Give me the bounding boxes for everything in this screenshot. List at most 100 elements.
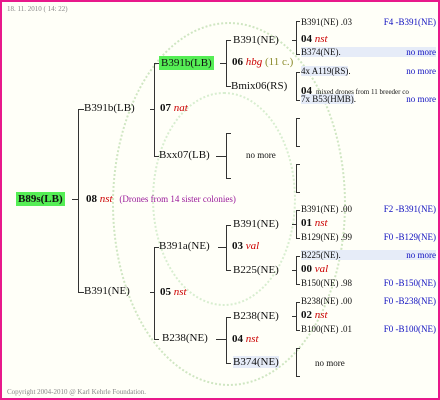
connector <box>296 21 300 22</box>
connector <box>150 292 155 293</box>
gen4-row[interactable]: B100(NE) .01 F0 -B100(NE) <box>301 324 436 334</box>
gen3-c2-year: 00 <box>301 263 312 275</box>
gen4-row[interactable]: B129(NE) .99 F0 -B129(NE) <box>301 232 436 242</box>
root-mating: 08 nst (Drones from 14 sister colonies) <box>86 193 236 205</box>
connector <box>226 317 227 363</box>
gen3-a2-queen[interactable]: Bmix06(RS) <box>231 80 287 92</box>
connector <box>154 339 159 340</box>
root-race: nst <box>99 193 113 205</box>
connector <box>226 363 231 364</box>
gen4-row[interactable]: B225(NE). no more <box>301 250 436 260</box>
gen1-top-year: 07 <box>160 102 171 114</box>
gen3-d1-year: 02 <box>301 309 312 321</box>
connector <box>226 317 231 318</box>
connector <box>292 270 297 271</box>
connector <box>296 348 297 376</box>
gen4-id: 7x B53(HMB) <box>301 94 354 104</box>
connector <box>220 63 227 64</box>
gen4-row[interactable]: B391(NE) .03 F4 -B391(NE) <box>301 17 436 27</box>
gen4-row[interactable]: B391(NE) .00 F2 -B391(NE) <box>301 204 436 214</box>
gen2-c-queen[interactable]: B391a(NE) <box>159 240 210 252</box>
gen2-a-queen[interactable]: B391b(LB) <box>159 56 214 70</box>
gen3-d1-mating: 02 nst <box>301 309 328 321</box>
connector <box>296 376 300 377</box>
gen4-row[interactable]: 7x B53(HMB). no more <box>301 94 436 104</box>
gen4-id: B150(NE) <box>301 278 339 288</box>
gen4-year: . <box>353 94 357 104</box>
gen3-d1-queen[interactable]: B238(NE) <box>233 310 279 322</box>
connector <box>296 330 300 331</box>
root-drone-note: (Drones from 14 sister colonies) <box>119 194 236 204</box>
header-date: 18. 11. 2010 ( 14: 22) <box>7 5 68 13</box>
connector <box>216 156 227 157</box>
connector <box>292 40 297 41</box>
connector <box>296 164 297 192</box>
connector <box>154 247 155 339</box>
gen4-id: B225(NE) <box>301 250 339 260</box>
connector <box>296 238 300 239</box>
gen4-row[interactable]: B238(NE) .00 F0 -B238(NE) <box>301 296 436 306</box>
gen4-ref: F0 -B150(NE) <box>383 278 436 288</box>
gen1-bottom-queen[interactable]: B391(NE) <box>84 285 130 297</box>
gen4-ref: no more <box>406 94 436 104</box>
footer-copyright: Copyright 2004-2010 @ Karl Kehrle Founda… <box>7 388 147 396</box>
gen3-c2-queen[interactable]: B225(NE) <box>233 264 279 276</box>
gen2-b-queen[interactable]: Bxx07(LB) <box>159 149 210 161</box>
gen4-id: B374(NE) <box>301 47 339 57</box>
gen2-c-race: val <box>245 240 260 252</box>
gen3-c1-mating: 01 nst <box>301 217 328 229</box>
gen3-d2-queen[interactable]: B374(NE) <box>233 356 279 368</box>
gen2-d-race: nst <box>245 333 259 345</box>
gen3-a1-year: 04 <box>301 33 312 45</box>
gen4-id: B129(NE) <box>301 232 339 242</box>
connector <box>296 192 300 193</box>
gen4-year: .03 <box>340 17 352 27</box>
gen4-row[interactable]: B150(NE) .98 F0 -B150(NE) <box>301 278 436 288</box>
connector <box>226 40 231 41</box>
gen4-ref: no more <box>406 66 436 76</box>
connector <box>292 224 297 225</box>
connector <box>292 316 297 317</box>
gen4-year: . <box>348 66 351 76</box>
gen4-year: . <box>338 47 341 57</box>
gen4-ref: F0 -B100(NE) <box>383 324 436 334</box>
connector <box>296 118 300 119</box>
gen4-id: B238(NE) <box>301 296 339 306</box>
gen4-id: 4x A119(RS) <box>301 66 349 76</box>
gen3-a1-mating: 04 nst <box>301 33 328 45</box>
gen3-c1-race: nst <box>314 217 328 229</box>
root-queen[interactable]: B89s(LB) <box>16 192 65 206</box>
gen4-ref: no more <box>406 250 436 260</box>
connector <box>296 72 297 100</box>
gen3-d1-race: nst <box>314 309 328 321</box>
gen4-row[interactable]: B374(NE). no more <box>301 47 436 57</box>
gen4-row[interactable]: 4x A119(RS). no more <box>301 66 436 76</box>
gen1-top-queen[interactable]: B391b(LB) <box>84 102 135 114</box>
connector <box>72 199 79 200</box>
gen4-year: .00 <box>340 204 352 214</box>
connector <box>296 284 300 285</box>
connector <box>296 72 300 73</box>
gen1-bottom-mating: 05 nst <box>160 286 187 298</box>
gen3-a1-queen[interactable]: B391(NE) <box>233 34 279 46</box>
connector <box>296 302 300 303</box>
gen3-c2-mating: 00 val <box>301 263 328 275</box>
gen4-year: . <box>338 250 341 260</box>
gen2-d-mating: 04 nst <box>232 333 259 345</box>
gen4-id: B391(NE) <box>301 17 339 27</box>
gen4-ref: F2 -B391(NE) <box>383 204 436 214</box>
connector <box>226 133 231 134</box>
gen4-ref: F0 -B238(NE) <box>383 296 436 306</box>
root-year: 08 <box>86 193 97 205</box>
gen3-a1-race: nst <box>314 33 328 45</box>
gen2-c-mating: 03 val <box>232 240 259 252</box>
gen4-id: B391(NE) <box>301 204 339 214</box>
connector <box>296 210 300 211</box>
gen2-d-queen[interactable]: B238(NE) <box>162 332 208 344</box>
gen1-bottom-year: 05 <box>160 286 171 298</box>
gen2-a-mating: 06 hbg (11 c.) <box>232 56 293 68</box>
gen3-c1-queen[interactable]: B391(NE) <box>233 218 279 230</box>
gen3-c1-year: 01 <box>301 217 312 229</box>
gen4-ref: F0 -B129(NE) <box>383 232 436 242</box>
connector <box>296 21 297 54</box>
